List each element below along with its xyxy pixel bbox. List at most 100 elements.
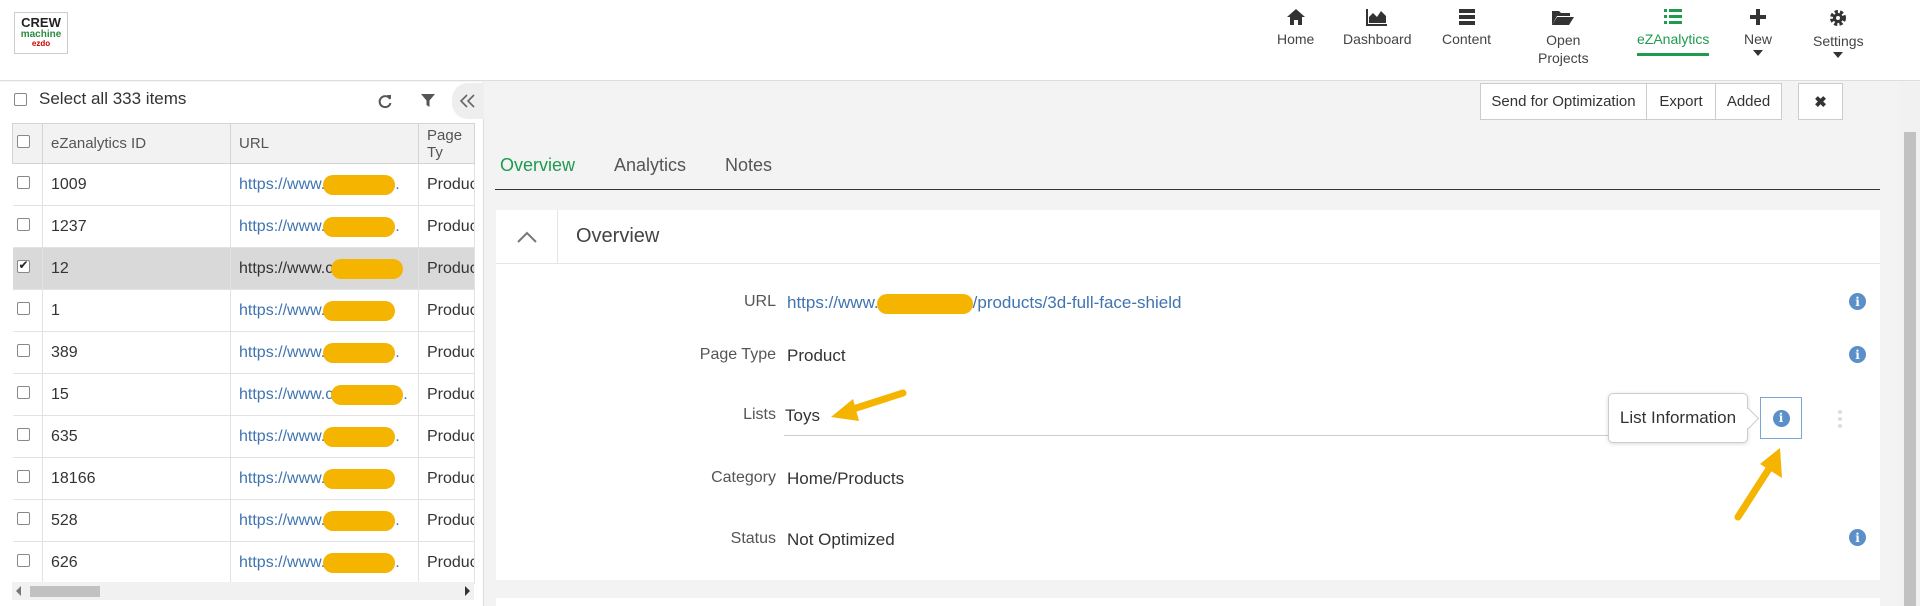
lists-value[interactable]: Toys xyxy=(785,406,820,426)
row-checkbox-cell[interactable] xyxy=(12,205,43,248)
table-row[interactable]: 1237 https://www.. Produc xyxy=(12,205,475,248)
row-url-link[interactable]: https://www.c xyxy=(239,258,404,279)
item-list-panel: Select all 333 items eZanalytics ID URL … xyxy=(0,82,484,606)
table-row[interactable]: 1 https://www. Produc xyxy=(12,289,475,332)
nav-settings[interactable]: Settings xyxy=(1813,8,1864,58)
redaction-mark xyxy=(323,426,396,447)
url-info-icon[interactable]: i xyxy=(1849,293,1866,310)
row-url[interactable]: https://www. xyxy=(230,457,419,500)
row-url[interactable]: https://www.. xyxy=(230,331,419,374)
tab-notes[interactable]: Notes xyxy=(725,155,772,176)
row-url-link[interactable]: https://www. xyxy=(239,468,396,489)
row-checkbox-cell[interactable] xyxy=(12,415,43,458)
row-page-type: Produc xyxy=(418,289,475,332)
select-all-checkbox[interactable] xyxy=(14,92,27,106)
filter-button[interactable] xyxy=(415,88,441,114)
list-information-button[interactable]: i xyxy=(1760,397,1802,439)
row-url-link[interactable]: https://www.. xyxy=(239,552,400,573)
row-url[interactable]: https://www.c. xyxy=(230,373,419,416)
crew-machine-logo[interactable]: CREW machine ezdo xyxy=(14,12,68,54)
row-checkbox-cell[interactable] xyxy=(12,457,43,500)
url-value[interactable]: https://www. /products/3d-full-face-shiel… xyxy=(787,293,1181,314)
table-row[interactable]: 12 https://www.c Produc xyxy=(12,247,475,290)
nav-open-projects[interactable]: Open Projects xyxy=(1538,8,1589,67)
home-icon xyxy=(1286,9,1305,25)
row-checkbox[interactable] xyxy=(16,553,30,567)
row-page-type: Produc xyxy=(418,331,475,374)
row-url-link[interactable]: https://www.c. xyxy=(239,384,408,405)
row-url-link[interactable]: https://www.. xyxy=(239,174,400,195)
table-row[interactable]: 635 https://www.. Produc xyxy=(12,415,475,458)
row-checkbox-cell[interactable] xyxy=(12,163,43,206)
url-suffix: /products/3d-full-face-shield xyxy=(972,293,1182,312)
row-checkbox[interactable] xyxy=(16,217,30,231)
row-url[interactable]: https://www.. xyxy=(230,499,419,542)
close-button[interactable]: ✖ xyxy=(1798,83,1843,120)
row-url[interactable]: https://www.. xyxy=(230,415,419,458)
table-row[interactable]: 528 https://www.. Produc xyxy=(12,499,475,542)
page-type-info-icon[interactable]: i xyxy=(1849,346,1866,363)
send-for-optimization-button[interactable]: Send for Optimization xyxy=(1480,83,1647,120)
row-url[interactable]: https://www.. xyxy=(230,541,419,584)
status-info-icon[interactable]: i xyxy=(1849,529,1866,546)
row-checkbox-cell[interactable] xyxy=(12,373,43,416)
table-row[interactable]: 626 https://www.. Produc xyxy=(12,541,475,584)
row-checkbox-cell[interactable] xyxy=(12,541,43,584)
tab-analytics[interactable]: Analytics xyxy=(614,155,686,176)
row-url-link[interactable]: https://www. xyxy=(239,300,396,321)
column-header-url[interactable]: URL xyxy=(230,123,419,164)
nav-content[interactable]: Content xyxy=(1442,8,1491,47)
vertical-scrollbar-thumb[interactable] xyxy=(1904,132,1916,606)
refresh-button[interactable] xyxy=(372,88,398,114)
collapse-overview-button[interactable] xyxy=(496,210,558,264)
table-row[interactable]: 389 https://www.. Produc xyxy=(12,331,475,374)
filter-icon xyxy=(421,94,435,107)
scrollbar-thumb[interactable] xyxy=(30,586,100,597)
added-button[interactable]: Added xyxy=(1715,83,1782,120)
scroll-left-arrow-icon[interactable] xyxy=(16,586,21,596)
redaction-mark xyxy=(331,384,404,405)
row-checkbox[interactable] xyxy=(16,511,30,525)
row-checkbox[interactable] xyxy=(16,385,30,399)
nav-home[interactable]: Home xyxy=(1277,8,1314,47)
column-header-id[interactable]: eZanalytics ID xyxy=(42,123,231,164)
row-checkbox-cell[interactable] xyxy=(12,247,43,290)
row-checkbox[interactable] xyxy=(16,301,30,315)
table-row[interactable]: 18166 https://www. Produc xyxy=(12,457,475,500)
row-checkbox[interactable] xyxy=(16,175,30,189)
row-checkbox-cell[interactable] xyxy=(12,499,43,542)
collapse-panel-button[interactable] xyxy=(452,83,484,119)
row-url[interactable]: https://www.. xyxy=(230,163,419,206)
row-url-link[interactable]: https://www.. xyxy=(239,510,400,531)
row-url[interactable]: https://www. xyxy=(230,289,419,332)
row-checkbox[interactable] xyxy=(16,258,30,273)
nav-dashboard[interactable]: Dashboard xyxy=(1343,8,1412,47)
row-url[interactable]: https://www.. xyxy=(230,205,419,248)
row-checkbox[interactable] xyxy=(16,427,30,441)
redaction-mark xyxy=(323,510,396,531)
row-checkbox[interactable] xyxy=(16,469,30,483)
header-checkbox[interactable] xyxy=(17,135,30,148)
row-url-text: https://www. xyxy=(239,553,326,571)
row-checkbox-cell[interactable] xyxy=(12,331,43,374)
column-header-page-type[interactable]: Page Ty xyxy=(418,123,475,164)
nav-new[interactable]: New xyxy=(1744,8,1772,56)
tab-overview[interactable]: Overview xyxy=(500,155,575,176)
row-url-link[interactable]: https://www.. xyxy=(239,426,400,447)
table-row[interactable]: 15 https://www.c. Produc xyxy=(12,373,475,416)
row-url-link[interactable]: https://www.. xyxy=(239,216,400,237)
horizontal-scrollbar[interactable] xyxy=(12,582,474,600)
more-options-icon[interactable] xyxy=(1838,410,1844,431)
url-link[interactable]: https://www. /products/3d-full-face-shiel… xyxy=(787,293,1182,314)
row-url[interactable]: https://www.c xyxy=(230,247,419,290)
select-all[interactable]: Select all 333 items xyxy=(14,84,186,114)
scroll-right-arrow-icon[interactable] xyxy=(465,586,470,596)
row-url-link[interactable]: https://www.. xyxy=(239,342,400,363)
nav-ezanalytics[interactable]: eZAnalytics xyxy=(1637,8,1709,56)
row-checkbox[interactable] xyxy=(16,343,30,357)
table-row[interactable]: 1009 https://www.. Produc xyxy=(12,163,475,206)
export-button[interactable]: Export xyxy=(1646,83,1716,120)
vertical-scrollbar[interactable] xyxy=(1900,82,1920,606)
header-checkbox-cell[interactable] xyxy=(12,123,43,164)
row-checkbox-cell[interactable] xyxy=(12,289,43,332)
